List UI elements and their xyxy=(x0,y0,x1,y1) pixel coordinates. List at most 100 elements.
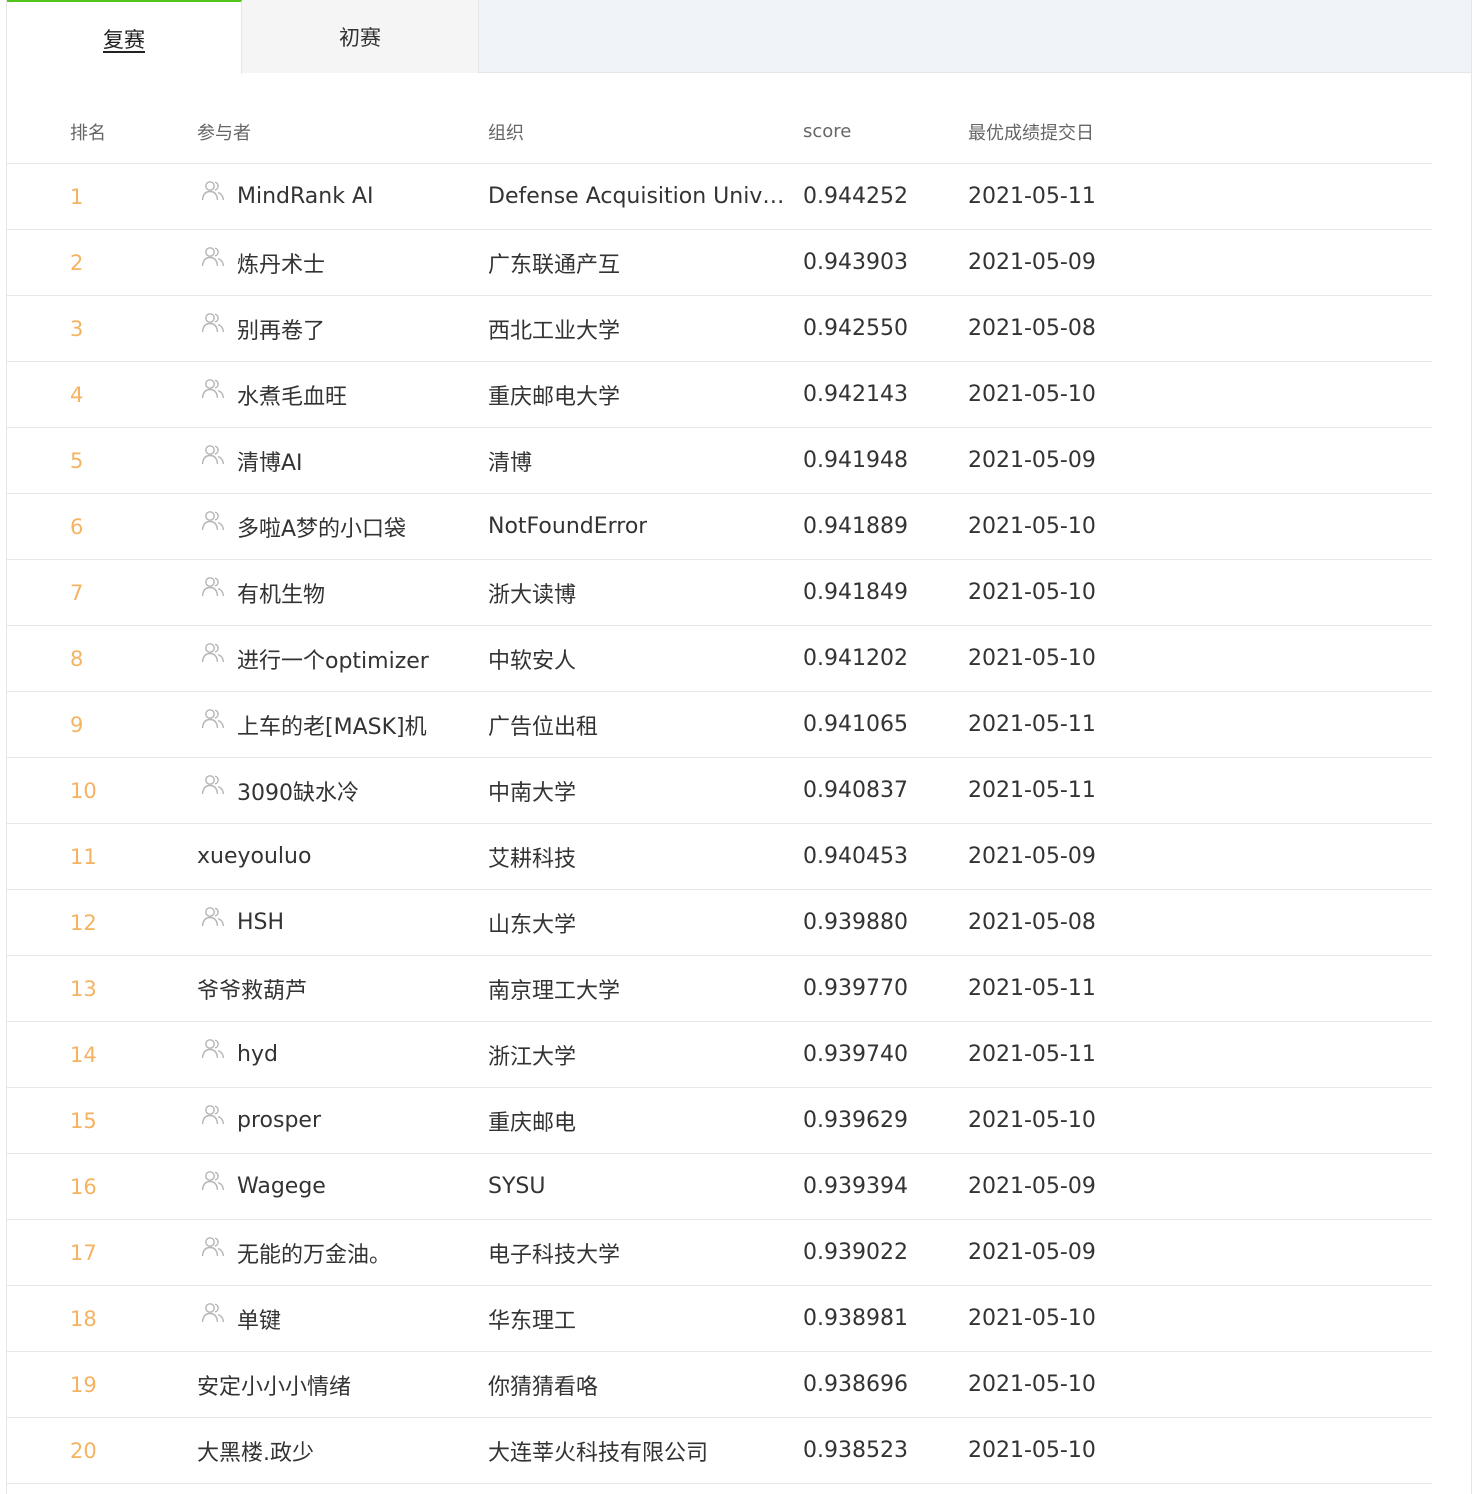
team-icon xyxy=(201,1170,225,1192)
organization-cell: 电子科技大学 xyxy=(488,1220,793,1285)
organization-name: SYSU xyxy=(488,1174,546,1199)
participant-name[interactable]: 大黑楼.政少 xyxy=(197,1435,314,1467)
organization-name: 电子科技大学 xyxy=(488,1242,621,1268)
date-cell: 2021-05-11 xyxy=(968,184,1096,209)
tab-final-round[interactable]: 复赛 xyxy=(7,0,242,74)
table-row: 1 MindRank AI Defense Acquisition Univer..… xyxy=(7,164,1432,230)
score-cell: 0.941849 xyxy=(803,580,908,605)
date-cell: 2021-05-09 xyxy=(968,448,1096,473)
header-organization: 组织 xyxy=(488,122,524,144)
participant-cell: 大黑楼.政少 xyxy=(197,1418,482,1483)
organization-name: 浙大读博 xyxy=(488,582,577,608)
organization-name: 中南大学 xyxy=(488,780,577,806)
organization-name: 山东大学 xyxy=(488,912,577,938)
participant-cell: HSH xyxy=(197,890,482,955)
date-cell: 2021-05-10 xyxy=(968,1438,1096,1463)
score-cell: 0.939770 xyxy=(803,976,908,1001)
header-participant: 参与者 xyxy=(197,122,251,144)
participant-name[interactable]: 无能的万金油。 xyxy=(237,1237,391,1269)
rank-cell: 9 xyxy=(70,712,84,737)
date-cell: 2021-05-08 xyxy=(968,316,1096,341)
participant-cell: xueyouluo xyxy=(197,824,482,889)
table-row: 9 上车的老[MASK]机 广告位出租 0.941065 2021-05-11 xyxy=(7,692,1432,758)
organization-name: 南京理工大学 xyxy=(488,978,621,1004)
rank-cell: 19 xyxy=(70,1372,97,1397)
organization-name: 华东理工 xyxy=(488,1308,577,1334)
score-cell: 0.939740 xyxy=(803,1042,908,1067)
participant-name[interactable]: prosper xyxy=(237,1108,321,1133)
score-cell: 0.941202 xyxy=(803,646,908,671)
score-cell: 0.938981 xyxy=(803,1306,908,1331)
tab-bar: 复赛 初赛 xyxy=(7,0,1471,74)
score-cell: 0.939394 xyxy=(803,1174,908,1199)
header-rank: 排名 xyxy=(70,122,106,144)
participant-name[interactable]: 上车的老[MASK]机 xyxy=(237,709,427,741)
tab-preliminary-round[interactable]: 初赛 xyxy=(242,0,479,73)
tab-final-round-label: 复赛 xyxy=(103,28,145,52)
rank-cell: 7 xyxy=(70,580,84,605)
participant-cell: 安定小小小情绪 xyxy=(197,1352,482,1417)
participant-name[interactable]: 进行一个optimizer xyxy=(237,643,429,675)
participant-name[interactable]: 多啦A梦的小口袋 xyxy=(237,511,406,543)
participant-name[interactable]: 水煮毛血旺 xyxy=(237,379,347,411)
rank-cell: 1 xyxy=(70,184,84,209)
header-score: score xyxy=(803,121,852,142)
organization-name: 艾耕科技 xyxy=(488,846,577,872)
date-cell: 2021-05-10 xyxy=(968,646,1096,671)
rank-cell: 5 xyxy=(70,448,84,473)
rank-cell: 2 xyxy=(70,250,84,275)
team-icon xyxy=(201,906,225,928)
score-cell: 0.939022 xyxy=(803,1240,908,1265)
participant-name[interactable]: Wagege xyxy=(237,1174,326,1199)
participant-name[interactable]: 有机生物 xyxy=(237,577,325,609)
rank-cell: 20 xyxy=(70,1438,97,1463)
participant-cell: 水煮毛血旺 xyxy=(197,362,482,427)
organization-name: 重庆邮电 xyxy=(488,1110,577,1136)
participant-name[interactable]: 单键 xyxy=(237,1303,281,1335)
participant-name[interactable]: 安定小小小情绪 xyxy=(197,1369,351,1401)
date-cell: 2021-05-09 xyxy=(968,1240,1096,1265)
participant-name[interactable]: xueyouluo xyxy=(197,844,311,869)
participant-cell: MindRank AI xyxy=(197,164,482,229)
rank-cell: 6 xyxy=(70,514,84,539)
participant-name[interactable]: 爷爷救葫芦 xyxy=(197,973,307,1005)
organization-name: 重庆邮电大学 xyxy=(488,384,621,410)
organization-name: 中软安人 xyxy=(488,648,577,674)
participant-cell: 清博AI xyxy=(197,428,482,493)
score-cell: 0.940453 xyxy=(803,844,908,869)
participant-cell: 爷爷救葫芦 xyxy=(197,956,482,1021)
participant-name[interactable]: 清博AI xyxy=(237,445,303,477)
table-row: 11 xueyouluo 艾耕科技 0.940453 2021-05-09 xyxy=(7,824,1432,890)
score-cell: 0.938523 xyxy=(803,1438,908,1463)
team-icon xyxy=(201,642,225,664)
participant-name[interactable]: 炼丹术士 xyxy=(237,247,325,279)
table-row: 2 炼丹术士 广东联通产互 0.943903 2021-05-09 xyxy=(7,230,1432,296)
participant-name[interactable]: 3090缺水冷 xyxy=(237,775,359,807)
rank-cell: 11 xyxy=(70,844,97,869)
table-row: 18 单键 华东理工 0.938981 2021-05-10 xyxy=(7,1286,1432,1352)
organization-name: 你猜猜看咯 xyxy=(488,1374,599,1400)
table-row: 10 3090缺水冷 中南大学 0.940837 2021-05-11 xyxy=(7,758,1432,824)
rank-cell: 3 xyxy=(70,316,84,341)
organization-cell: 西北工业大学 xyxy=(488,296,793,361)
score-cell: 0.940837 xyxy=(803,778,908,803)
date-cell: 2021-05-10 xyxy=(968,1372,1096,1397)
team-icon xyxy=(201,1302,225,1324)
date-cell: 2021-05-09 xyxy=(968,844,1096,869)
participant-name[interactable]: 别再卷了 xyxy=(237,313,325,345)
team-icon xyxy=(201,180,225,202)
participant-cell: 多啦A梦的小口袋 xyxy=(197,494,482,559)
date-cell: 2021-05-11 xyxy=(968,712,1096,737)
organization-cell: 清博 xyxy=(488,428,793,493)
table-row: 19 安定小小小情绪 你猜猜看咯 0.938696 2021-05-10 xyxy=(7,1352,1432,1418)
participant-cell: Wagege xyxy=(197,1154,482,1219)
rank-cell: 15 xyxy=(70,1108,97,1133)
rank-cell: 12 xyxy=(70,910,97,935)
table-row: 13 爷爷救葫芦 南京理工大学 0.939770 2021-05-11 xyxy=(7,956,1432,1022)
score-cell: 0.942143 xyxy=(803,382,908,407)
participant-name[interactable]: MindRank AI xyxy=(237,184,374,209)
date-cell: 2021-05-09 xyxy=(968,250,1096,275)
participant-name[interactable]: HSH xyxy=(237,910,284,935)
participant-name[interactable]: hyd xyxy=(237,1042,278,1067)
date-cell: 2021-05-10 xyxy=(968,580,1096,605)
